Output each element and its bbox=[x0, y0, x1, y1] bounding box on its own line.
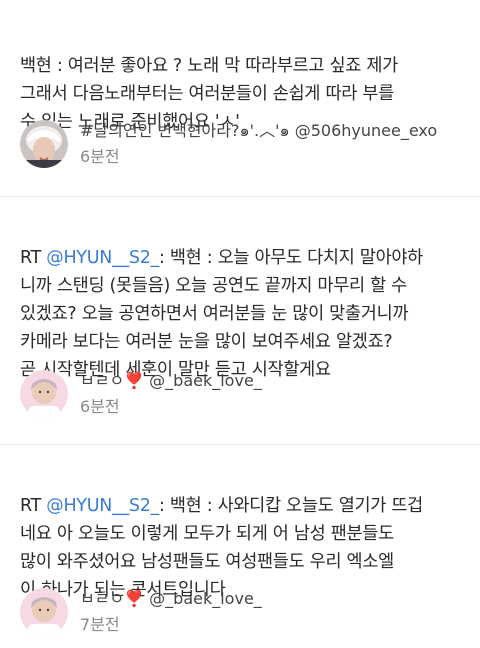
tweet-text: RT @HYUN__S2_: 백현 : 오늘 아무도 다치지 말아야하 니까 스… bbox=[20, 216, 468, 384]
tweet-mention[interactable]: @HYUN__S2_ bbox=[46, 496, 159, 516]
tweet-mention[interactable]: @HYUN__S2_ bbox=[46, 248, 159, 268]
tweet-text: RT @HYUN__S2_: 백현 : 사와디캅 오늘도 열기가 뜨겁 네요 아… bbox=[20, 464, 468, 604]
tweet-prefix: RT bbox=[20, 496, 47, 516]
author-row[interactable]: ㅂㄹㅇ❣️ @_baek_love_ 6분전 bbox=[20, 370, 470, 430]
author-name[interactable]: ㅂㄹㅇ❣️ @_baek_love_ bbox=[80, 588, 262, 610]
avatar[interactable] bbox=[20, 370, 68, 418]
tweet-time: 6분전 bbox=[80, 397, 120, 416]
avatar[interactable] bbox=[20, 120, 68, 168]
author-name[interactable]: ㅂㄹㅇ❣️ @_baek_love_ bbox=[80, 370, 262, 392]
tweet-time: 7분전 bbox=[80, 615, 120, 634]
divider bbox=[0, 444, 480, 445]
author-row[interactable]: ㅂㄹㅇ❣️ @_baek_love_ 7분전 bbox=[20, 588, 470, 648]
avatar[interactable] bbox=[20, 588, 68, 636]
author-row[interactable]: #달의연인 변백현아라?๑'.︿'๑ @506hyunee_exo 6분전 bbox=[20, 120, 470, 180]
tweet-time: 6분전 bbox=[80, 147, 120, 166]
author-name[interactable]: #달의연인 변백현아라?๑'.︿'๑ @506hyunee_exo bbox=[80, 120, 437, 142]
divider bbox=[0, 196, 480, 197]
tweet-prefix: RT bbox=[20, 248, 47, 268]
